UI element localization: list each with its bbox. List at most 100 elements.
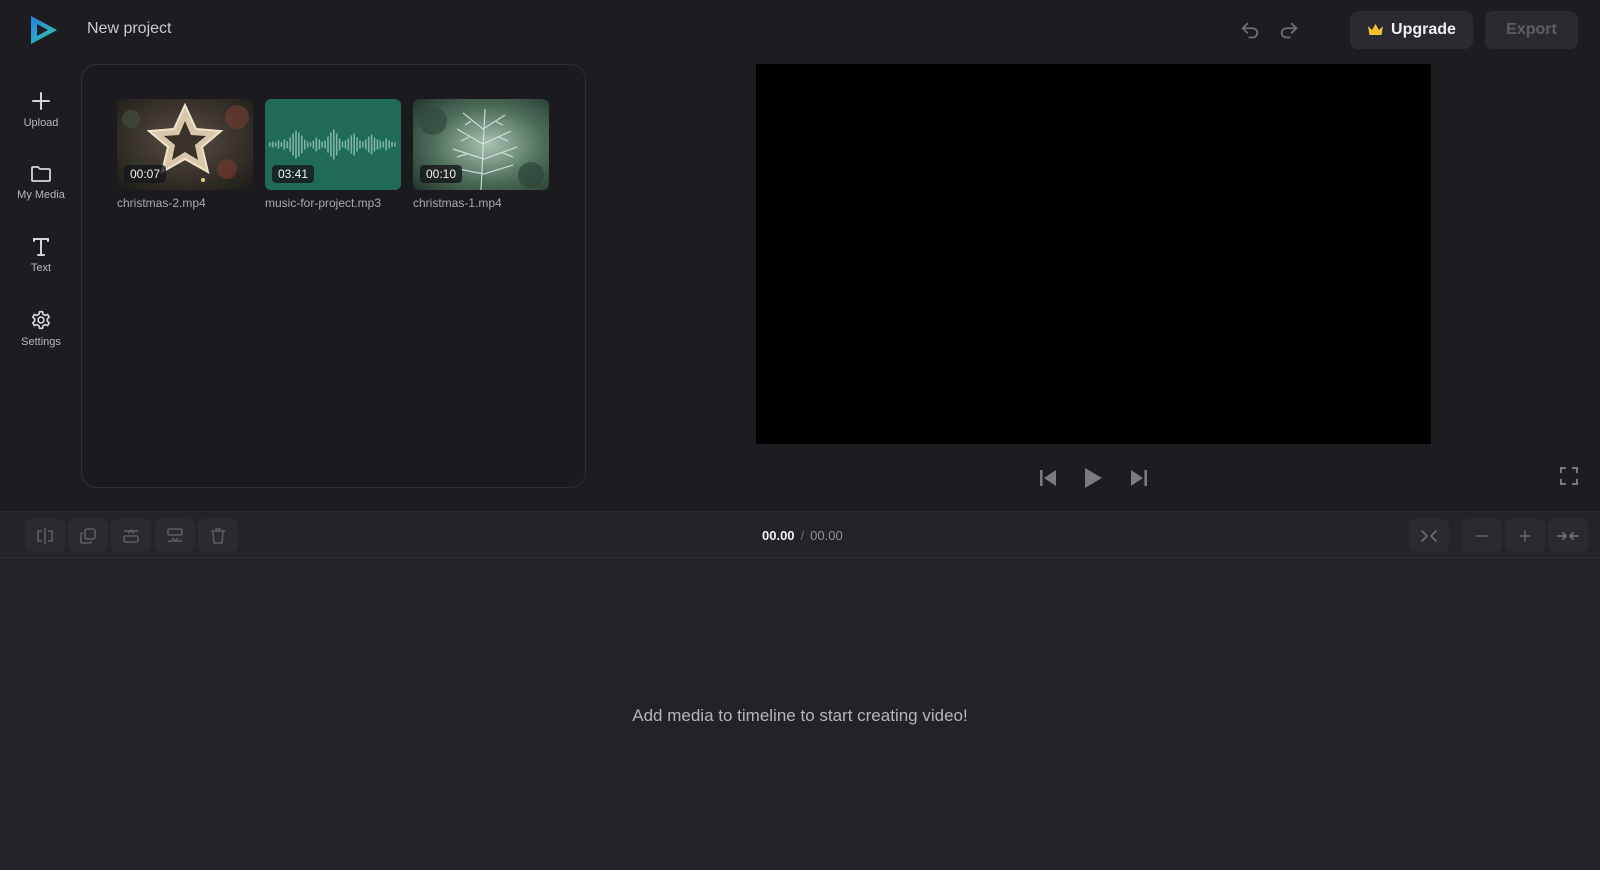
move-up-layer-button[interactable] bbox=[111, 519, 151, 552]
timecode: 00.00 / 00.00 bbox=[762, 528, 843, 543]
sidebar-item-my-media[interactable]: My Media bbox=[8, 151, 74, 213]
waveform-bar bbox=[330, 132, 332, 157]
trash-icon bbox=[211, 527, 225, 544]
waveform-bar bbox=[353, 133, 355, 156]
video-preview[interactable] bbox=[756, 64, 1431, 444]
waveform-bar bbox=[367, 136, 370, 153]
skip-back-button[interactable] bbox=[1033, 463, 1063, 493]
sidebar-item-label: Upload bbox=[23, 116, 59, 129]
waveform-bar bbox=[365, 139, 367, 150]
waveform-bar bbox=[344, 140, 347, 149]
move-down-layer-button[interactable] bbox=[155, 519, 195, 552]
media-filename: christmas-1.mp4 bbox=[413, 196, 502, 210]
undo-button[interactable] bbox=[1236, 17, 1264, 45]
duration-badge: 00:07 bbox=[124, 165, 167, 183]
text-icon bbox=[33, 237, 49, 256]
time-separator: / bbox=[800, 528, 805, 543]
redo-icon bbox=[1280, 22, 1298, 39]
skip-forward-icon bbox=[1131, 470, 1147, 486]
waveform-bar bbox=[286, 141, 289, 148]
waveform-bar bbox=[335, 133, 338, 156]
waveform-bar bbox=[306, 141, 309, 148]
waveform-bar bbox=[280, 142, 283, 147]
timeline-area[interactable]: Add media to timeline to start creating … bbox=[0, 558, 1600, 870]
play-icon bbox=[1085, 468, 1102, 488]
waveform-bar bbox=[298, 132, 300, 157]
waveform-bar bbox=[341, 141, 344, 148]
timeline-toolbar: 00.00 / 00.00 bbox=[0, 511, 1600, 558]
fit-timeline-button[interactable] bbox=[1548, 519, 1588, 552]
waveform-bar bbox=[269, 142, 271, 147]
waveform-bar bbox=[359, 140, 361, 149]
sidebar-item-label: Settings bbox=[21, 335, 61, 348]
media-item[interactable]: 00:07 christmas-2.mp4 bbox=[117, 99, 253, 210]
waveform-bar bbox=[347, 138, 350, 151]
sidebar-item-text[interactable]: Text bbox=[8, 224, 74, 286]
waveform-bar bbox=[274, 142, 277, 147]
sidebar-item-settings[interactable]: Settings bbox=[8, 297, 74, 359]
top-bar: New project Upgrade Export bbox=[0, 0, 1600, 60]
zoom-in-button[interactable] bbox=[1505, 519, 1545, 552]
duration-badge: 03:41 bbox=[272, 165, 315, 183]
waveform-bar bbox=[362, 141, 364, 148]
media-panel: 00:07 christmas-2.mp4 03:41 music-for-pr… bbox=[81, 64, 586, 488]
crown-icon bbox=[1368, 24, 1384, 35]
snap-button[interactable] bbox=[1409, 519, 1449, 552]
video-thumbnail[interactable]: 00:07 bbox=[117, 99, 253, 190]
waveform-bar bbox=[303, 139, 306, 150]
waveform-bar bbox=[370, 134, 373, 155]
undo-icon bbox=[1241, 22, 1259, 39]
waveform-bar bbox=[277, 140, 280, 149]
delete-button[interactable] bbox=[198, 519, 238, 552]
current-time: 00.00 bbox=[762, 528, 795, 543]
waveform-bar bbox=[376, 139, 379, 150]
total-time: 00.00 bbox=[810, 528, 843, 543]
minus-icon bbox=[1476, 534, 1488, 537]
skip-back-icon bbox=[1040, 470, 1056, 486]
waveform-bar bbox=[327, 136, 329, 153]
media-item[interactable]: 00:10 christmas-1.mp4 bbox=[413, 99, 549, 210]
waveform-bar bbox=[289, 137, 291, 152]
gear-icon bbox=[32, 310, 50, 329]
split-button[interactable] bbox=[25, 519, 65, 552]
waveform-bar bbox=[324, 140, 326, 149]
waveform-bar bbox=[356, 137, 358, 152]
waveform-bar bbox=[333, 129, 335, 160]
video-thumbnail[interactable]: 00:10 bbox=[413, 99, 549, 190]
waveform-bar bbox=[283, 139, 286, 150]
waveform-bar bbox=[373, 137, 376, 152]
zoom-out-button[interactable] bbox=[1462, 519, 1502, 552]
waveform-bar bbox=[338, 138, 341, 151]
skip-forward-button[interactable] bbox=[1124, 463, 1154, 493]
waveform-bar bbox=[385, 138, 387, 151]
redo-button[interactable] bbox=[1275, 17, 1303, 45]
waveform-bar bbox=[312, 140, 315, 149]
waveform-bar bbox=[309, 142, 312, 147]
app-logo-icon[interactable] bbox=[26, 13, 60, 47]
fullscreen-button[interactable] bbox=[1556, 463, 1582, 489]
duration-badge: 00:10 bbox=[420, 165, 463, 183]
folder-icon bbox=[31, 165, 51, 182]
export-button[interactable]: Export bbox=[1485, 11, 1578, 49]
export-label: Export bbox=[1506, 21, 1557, 38]
media-filename: music-for-project.mp3 bbox=[265, 196, 382, 210]
media-item[interactable]: 03:41 music-for-project.mp3 bbox=[265, 99, 401, 210]
waveform-bar bbox=[295, 130, 297, 159]
waveform-bar bbox=[271, 141, 274, 148]
upgrade-label: Upgrade bbox=[1391, 21, 1456, 38]
play-button[interactable] bbox=[1078, 463, 1108, 493]
waveform-bar bbox=[301, 135, 303, 154]
sidebar-item-upload[interactable]: Upload bbox=[8, 78, 74, 140]
project-title[interactable]: New project bbox=[87, 20, 171, 38]
duplicate-button[interactable] bbox=[68, 519, 108, 552]
waveform-bar bbox=[315, 137, 318, 152]
upgrade-button[interactable]: Upgrade bbox=[1350, 11, 1473, 49]
waveform-bar bbox=[379, 140, 382, 149]
plus-icon bbox=[32, 91, 50, 110]
fit-icon bbox=[1557, 531, 1579, 540]
waveform-bar bbox=[350, 135, 353, 154]
timeline-empty-message: Add media to timeline to start creating … bbox=[632, 706, 968, 725]
audio-thumbnail[interactable]: 03:41 bbox=[265, 99, 401, 190]
waveform-bar bbox=[388, 140, 390, 149]
waveform-bar bbox=[321, 141, 323, 148]
